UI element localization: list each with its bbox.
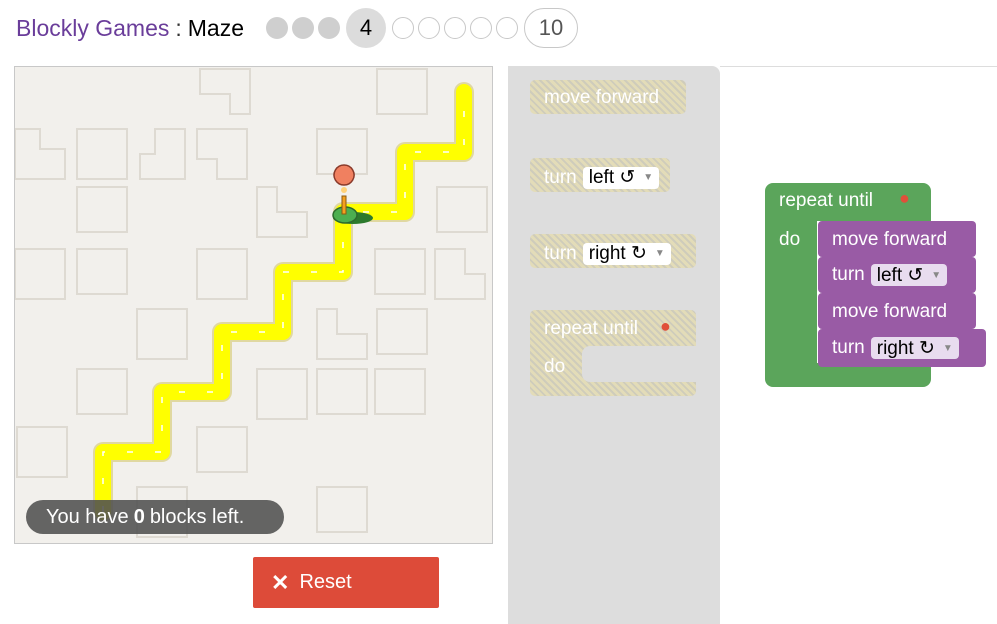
header: Blockly Games : Maze 4 10 bbox=[16, 8, 580, 48]
capacity-count: 0 bbox=[133, 505, 145, 528]
blocks-left-indicator: You have 0 blocks left. bbox=[26, 500, 284, 534]
toolbox-flyout: move forward turn left ↺ ▼ turn right ↻ … bbox=[508, 66, 720, 624]
block-label: move forward bbox=[544, 87, 660, 108]
goal-marker-icon: ● bbox=[899, 188, 910, 208]
toolbox-turn-left-block[interactable]: turn left ↺ ▼ bbox=[530, 158, 670, 192]
block-label: turn bbox=[832, 264, 865, 285]
toolbox-repeat-until-block[interactable]: repeat until ● do bbox=[530, 310, 696, 396]
level-10-pill[interactable]: 10 bbox=[524, 8, 579, 48]
app-title-link[interactable]: Blockly Games bbox=[16, 15, 169, 42]
workspace-move-forward-block-2[interactable]: move forward bbox=[818, 293, 976, 329]
level-4-current[interactable]: 4 bbox=[346, 8, 387, 48]
do-label: do bbox=[779, 229, 801, 250]
direction-dropdown[interactable]: right ↻ ▼ bbox=[582, 242, 671, 265]
level-5-dot[interactable] bbox=[392, 17, 415, 39]
toolbox-move-forward-block[interactable]: move forward bbox=[530, 80, 686, 114]
level-6-dot[interactable] bbox=[418, 17, 441, 39]
direction-dropdown[interactable]: right ↻ ▼ bbox=[870, 337, 959, 359]
game-name: Maze bbox=[187, 14, 245, 41]
reset-button[interactable]: ✕ Reset bbox=[253, 557, 439, 608]
dropdown-value: left ↺ bbox=[588, 167, 636, 188]
maze-path-fill bbox=[95, 84, 472, 520]
level-9-dot[interactable] bbox=[496, 17, 519, 39]
direction-dropdown[interactable]: left ↺ ▼ bbox=[870, 264, 948, 286]
goal-marker-icon: ● bbox=[660, 316, 671, 336]
title-separator: : bbox=[175, 14, 182, 41]
dropdown-value: right ↻ bbox=[876, 337, 935, 359]
maze-graphic bbox=[15, 68, 488, 538]
program-workspace[interactable]: repeat until ● do move forward turn left… bbox=[720, 67, 997, 624]
level-2-dot[interactable] bbox=[292, 17, 315, 39]
capacity-prefix: You have bbox=[46, 505, 129, 528]
dropdown-value: left ↺ bbox=[876, 264, 924, 286]
dropdown-arrow-icon: ▼ bbox=[643, 172, 654, 183]
dropdown-arrow-icon: ▼ bbox=[654, 248, 665, 259]
dropdown-arrow-icon: ▼ bbox=[942, 342, 953, 354]
workspace-move-forward-block[interactable]: move forward bbox=[818, 221, 976, 257]
block-label: turn bbox=[832, 337, 865, 358]
level-8-dot[interactable] bbox=[470, 17, 493, 39]
do-label: do bbox=[544, 356, 566, 377]
workspace-turn-left-block[interactable]: turn left ↺ ▼ bbox=[818, 257, 976, 293]
repeat-label: repeat until bbox=[779, 190, 874, 211]
dropdown-value: right ↻ bbox=[588, 243, 647, 264]
direction-dropdown[interactable]: left ↺ ▼ bbox=[582, 166, 660, 189]
background-tiles bbox=[15, 68, 488, 538]
dropdown-arrow-icon: ▼ bbox=[931, 269, 942, 281]
level-1-dot[interactable] bbox=[266, 17, 289, 39]
capacity-suffix: blocks left. bbox=[149, 505, 245, 528]
block-label: repeat until bbox=[544, 318, 639, 339]
reset-label: Reset bbox=[299, 571, 352, 593]
toolbox-turn-right-block[interactable]: turn right ↻ ▼ bbox=[530, 234, 696, 268]
level-3-dot[interactable] bbox=[318, 17, 341, 39]
workspace-turn-right-block[interactable]: turn right ↻ ▼ bbox=[818, 329, 986, 367]
block-label: move forward bbox=[832, 301, 948, 322]
block-label: move forward bbox=[832, 229, 948, 250]
close-icon: ✕ bbox=[271, 569, 290, 595]
level-selector: 4 10 bbox=[264, 8, 580, 48]
block-label: turn bbox=[544, 242, 577, 264]
statement-slot bbox=[582, 346, 696, 382]
maze-board bbox=[14, 66, 493, 544]
level-7-dot[interactable] bbox=[444, 17, 467, 39]
block-label: turn bbox=[544, 166, 577, 188]
